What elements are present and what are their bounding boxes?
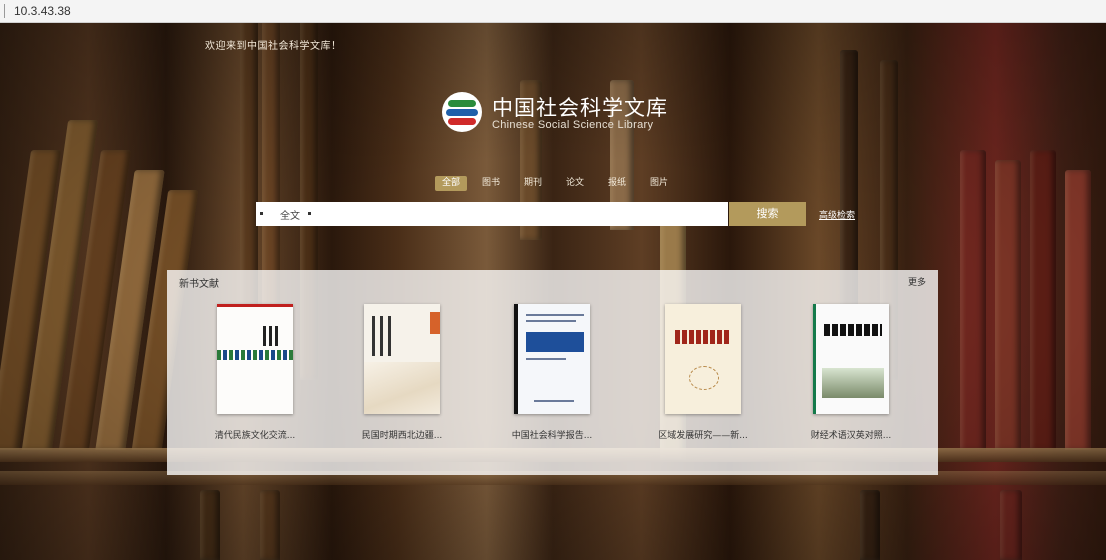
tab-books[interactable]: 图书	[479, 176, 503, 191]
book-cover-2[interactable]	[364, 304, 440, 414]
book-caption-4[interactable]: 区域发展研究——新...	[643, 428, 763, 441]
bullet-icon	[260, 212, 263, 215]
book-cover-4[interactable]	[665, 304, 741, 414]
tab-journals[interactable]: 期刊	[521, 176, 545, 191]
tab-all[interactable]: 全部	[435, 176, 467, 191]
url-text[interactable]: 10.3.43.38	[14, 0, 71, 22]
tab-newspapers[interactable]: 报纸	[605, 176, 629, 191]
book-caption-3[interactable]: 中国社会科学报告...	[492, 428, 612, 441]
book-cover-5[interactable]	[813, 304, 889, 414]
tab-images[interactable]: 图片	[647, 176, 671, 191]
search-button[interactable]: 搜索	[729, 202, 806, 226]
search-scope-select[interactable]: 全文	[280, 207, 300, 222]
site-title-cn: 中国社会科学文库	[492, 96, 668, 120]
address-separator	[4, 4, 5, 18]
search-input[interactable]	[316, 204, 720, 226]
featured-books-panel: 新书文献 更多 清代民族文化交流... 民国时期西北边疆... 中国社会科学报告…	[167, 270, 938, 475]
panel-title: 新书文献	[179, 279, 219, 290]
book-caption-1[interactable]: 清代民族文化交流...	[195, 428, 315, 441]
browser-address-bar[interactable]: 10.3.43.38	[0, 0, 1106, 23]
search-box: 全文	[256, 202, 728, 226]
book-caption-2[interactable]: 民国时期西北边疆...	[342, 428, 462, 441]
welcome-message: 欢迎来到中国社会科学文库！	[205, 41, 342, 52]
advanced-search-link[interactable]: 高级检索	[819, 208, 855, 221]
book-caption-5[interactable]: 财经术语汉英对照...	[791, 428, 911, 441]
tab-papers[interactable]: 论文	[563, 176, 587, 191]
book-cover-3[interactable]	[514, 304, 590, 414]
dropdown-marker-icon	[308, 212, 311, 215]
library-logo-icon[interactable]	[442, 92, 482, 132]
more-link[interactable]: 更多	[908, 275, 926, 288]
site-title-en: Chinese Social Science Library	[492, 119, 654, 131]
book-cover-1[interactable]	[217, 304, 293, 414]
